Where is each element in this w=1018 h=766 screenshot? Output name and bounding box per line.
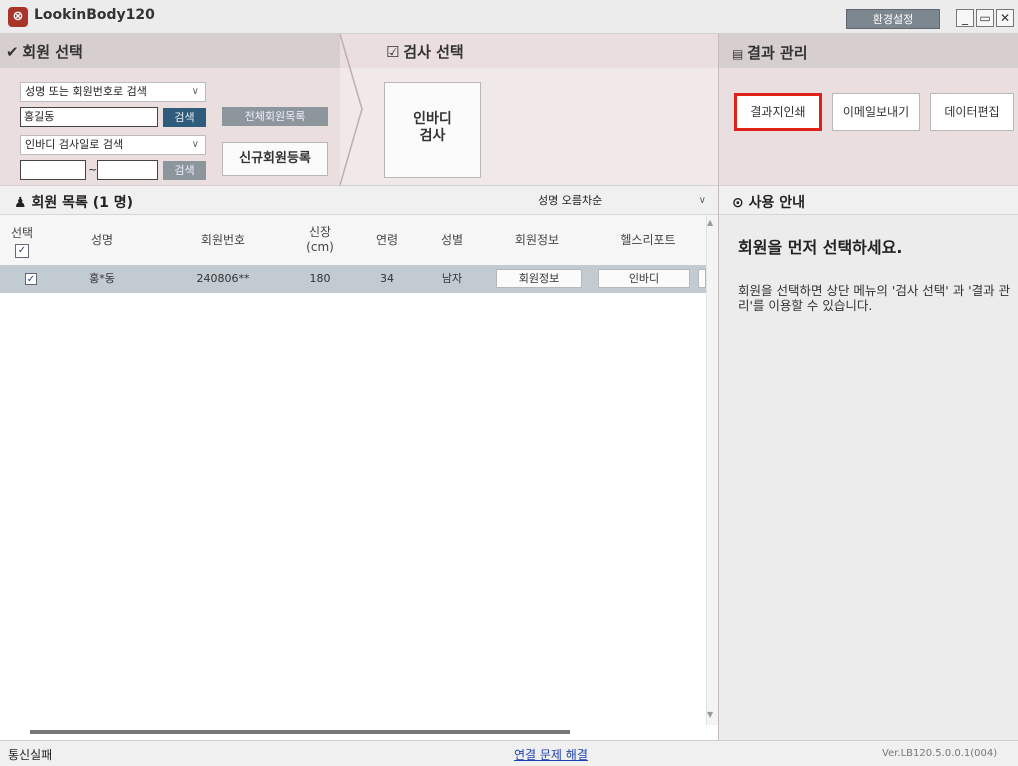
inbody-test-label-2: 검사	[419, 128, 446, 144]
date-mode-value: 인바디 검사일로 검색	[25, 138, 124, 151]
sort-value: 성명 오름차순	[538, 194, 603, 207]
member-list-label: 회원 목록	[31, 195, 88, 211]
member-info-button[interactable]: 회원정보	[496, 269, 582, 288]
result-manage-title: ▤ 결과 관리	[732, 42, 808, 63]
settings-button[interactable]: 환경설정	[846, 9, 940, 29]
close-button[interactable]: ✕	[996, 9, 1014, 27]
col-health-report: 헬스리포트	[590, 215, 706, 265]
row-member-no: 240806**	[196, 272, 250, 285]
scroll-up-icon[interactable]: ▲	[707, 218, 713, 227]
help-circle-icon: ⊙	[732, 195, 744, 211]
member-list-title: ♟ 회원 목록 (1 명)	[14, 192, 133, 212]
send-email-button[interactable]: 이메일보내기	[832, 93, 920, 131]
user-icon: ♟	[14, 195, 27, 211]
step-arrow-divider	[339, 34, 363, 185]
col-select-label: 선택	[10, 226, 34, 240]
edit-check-icon: ☑	[386, 43, 400, 61]
col-height-label-2: (cm)	[306, 240, 334, 254]
date-start-input[interactable]	[20, 160, 86, 180]
col-member-info: 회원정보	[484, 215, 590, 265]
member-count: (1 명)	[92, 195, 134, 211]
guide-heading: 회원을 먼저 선택하세요.	[738, 238, 903, 257]
list-icon: ▤	[732, 47, 744, 61]
checkmark-icon: ✔	[6, 43, 19, 61]
date-search-button[interactable]: 검색	[163, 161, 206, 180]
troubleshoot-link[interactable]: 연결 문제 해결	[514, 746, 588, 763]
result-manage-label: 결과 관리	[747, 44, 808, 62]
search-mode-select[interactable]: 성명 또는 회원번호로 검색 ∨	[20, 82, 206, 102]
col-name[interactable]: 성명	[44, 215, 160, 265]
search-button[interactable]: 검색	[163, 108, 206, 127]
app-title: LookinBody120	[34, 7, 155, 23]
chevron-down-icon: ∨	[698, 195, 706, 206]
col-select: 선택 ✓	[0, 215, 44, 265]
edit-data-button[interactable]: 데이터편집	[930, 93, 1014, 131]
member-select-title: ✔ 회원 선택	[6, 41, 83, 62]
row-age: 34	[380, 272, 394, 285]
partial-report-button[interactable]	[698, 269, 706, 288]
horizontal-scrollbar[interactable]	[30, 730, 570, 734]
inbody-test-label-1: 인바디	[413, 111, 452, 127]
member-select-label: 회원 선택	[22, 43, 83, 61]
print-result-button[interactable]: 결과지인쇄	[734, 93, 822, 131]
date-separator: ~	[88, 163, 98, 176]
connection-status: 통신실패	[8, 748, 53, 762]
vertical-scrollbar[interactable]	[706, 215, 718, 725]
guide-title-row: ⊙ 사용 안내	[732, 192, 805, 212]
chevron-down-icon: ∨	[191, 139, 199, 150]
maximize-button[interactable]: ▭	[976, 9, 994, 27]
row-height: 180	[309, 272, 331, 285]
inbody-test-button[interactable]: 인바디 검사	[384, 82, 481, 178]
search-mode-value: 성명 또는 회원번호로 검색	[25, 85, 147, 98]
row-checkbox[interactable]: ✓	[25, 273, 37, 285]
col-age[interactable]: 연령	[354, 215, 420, 265]
row-gender: 남자	[441, 272, 463, 285]
chevron-down-icon: ∨	[191, 86, 199, 97]
minimize-button[interactable]: _	[956, 9, 974, 27]
app-logo-icon: ⊗	[8, 7, 28, 27]
scroll-down-icon[interactable]: ▼	[707, 710, 713, 719]
date-mode-select[interactable]: 인바디 검사일로 검색 ∨	[20, 135, 206, 155]
guide-text: 회원을 선택하면 상단 메뉴의 '검사 선택' 과 '결과 관리'를 이용할 수…	[738, 283, 1011, 313]
select-all-checkbox[interactable]: ✓	[15, 244, 29, 258]
col-height-label-1: 신장	[308, 225, 332, 239]
version-label: Ver.LB120.5.0.0.1(004)	[882, 748, 998, 759]
test-select-title: ☑ 검사 선택	[386, 41, 464, 62]
member-list	[0, 215, 718, 740]
inbody-report-button[interactable]: 인바디	[598, 269, 690, 288]
col-member-no[interactable]: 회원번호	[160, 215, 286, 265]
all-members-button[interactable]: 전체회원목록	[222, 107, 328, 126]
sort-select[interactable]: 성명 오름차순 ∨	[530, 192, 712, 211]
guide-label: 사용 안내	[748, 195, 806, 211]
col-gender[interactable]: 성별	[420, 215, 484, 265]
new-member-button[interactable]: 신규회원등록	[222, 142, 328, 176]
status-bar	[0, 740, 1018, 766]
row-name: 홍*동	[89, 272, 115, 285]
test-select-label: 검사 선택	[403, 43, 464, 61]
search-input[interactable]: 홍길동	[20, 107, 158, 127]
date-end-input[interactable]	[97, 160, 158, 180]
col-height[interactable]: 신장 (cm)	[286, 215, 354, 265]
